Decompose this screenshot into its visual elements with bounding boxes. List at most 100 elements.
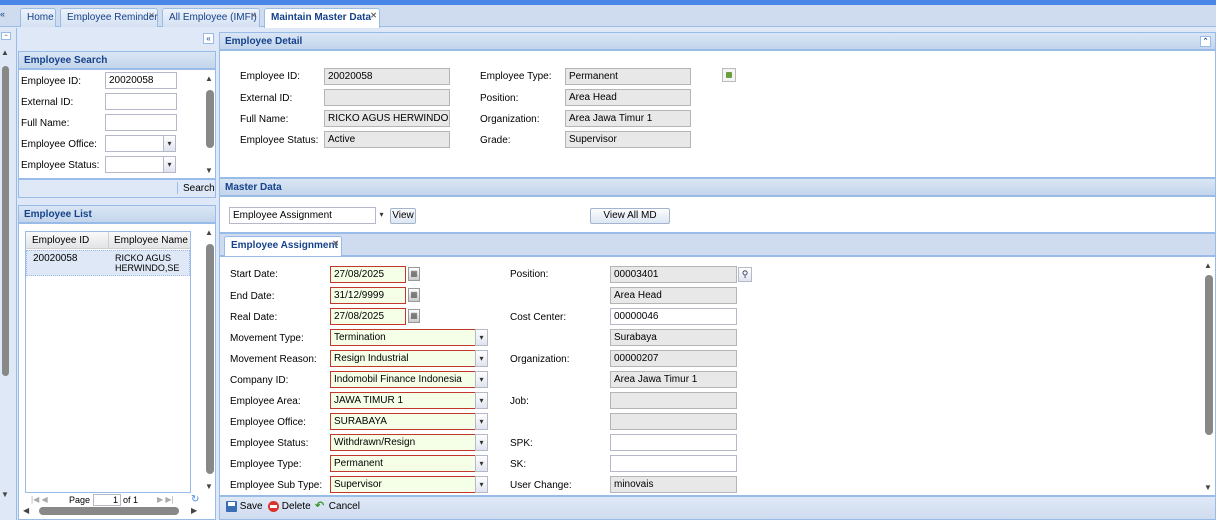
detail-organization-label: Organization: [480, 114, 540, 125]
tab-all-employee[interactable]: All Employee (IMFI) ✕ [162, 8, 260, 27]
full-name-label: Full Name: [21, 118, 70, 129]
movement-reason-select[interactable]: Resign Industrial [330, 350, 476, 367]
scroll-down-icon[interactable]: ▼ [205, 482, 213, 491]
view-button[interactable]: View [390, 208, 416, 224]
cancel-button[interactable]: ↶ Cancel [315, 501, 360, 515]
chevron-down-icon[interactable]: ▾ [163, 156, 176, 173]
external-id-input[interactable] [105, 93, 177, 110]
master-data-select[interactable]: Employee Assignment [229, 207, 376, 224]
organization-code: 00000207 [610, 350, 737, 367]
tab-home[interactable]: Home [20, 8, 56, 27]
office-select[interactable] [105, 135, 164, 152]
scroll-up-icon[interactable]: ▲ [1, 48, 9, 57]
company-id-select[interactable]: Indomobil Finance Indonesia [330, 371, 476, 388]
chevron-down-icon[interactable]: ▾ [475, 329, 488, 346]
employee-id-input[interactable]: 20020058 [105, 72, 177, 89]
detail-position: Area Head [565, 89, 691, 106]
minus-icon[interactable]: − [1, 32, 11, 40]
chevron-down-icon[interactable]: ▾ [375, 207, 388, 224]
master-data-header: Master Data [219, 178, 1216, 196]
assignment-tab-bar: Employee Assignment ✕ [219, 233, 1216, 256]
real-date-input[interactable]: 27/08/2025 [330, 308, 406, 325]
calendar-icon[interactable]: ▦ [408, 288, 420, 302]
column-header-id[interactable]: Employee ID [32, 235, 89, 246]
start-date-input[interactable]: 27/08/2025 [330, 266, 406, 283]
close-icon[interactable]: ✕ [148, 11, 155, 20]
broken-image-icon [722, 68, 736, 82]
full-name-input[interactable] [105, 114, 177, 131]
scroll-up-icon[interactable]: ▲ [205, 74, 213, 83]
page-input[interactable]: 1 [93, 494, 121, 506]
chevron-down-icon[interactable]: ▾ [475, 455, 488, 472]
cancel-label: Cancel [328, 501, 360, 512]
view-all-md-button[interactable]: View All MD [590, 208, 670, 224]
chevron-down-icon[interactable]: ▾ [475, 413, 488, 430]
chevron-down-icon[interactable]: ▾ [475, 371, 488, 388]
status-select[interactable] [105, 156, 164, 173]
first-page-icon[interactable]: |◀ ◀ [31, 495, 48, 504]
delete-button[interactable]: Delete [268, 501, 311, 515]
search-button[interactable]: Search [183, 183, 215, 194]
detail-organization: Area Jawa Timur 1 [565, 110, 691, 127]
tab-employee-assignment[interactable]: Employee Assignment ✕ [224, 236, 342, 256]
left-scrollbar[interactable] [2, 66, 9, 376]
chevron-down-icon[interactable]: ▾ [475, 434, 488, 451]
office-label: Employee Office: [21, 139, 97, 150]
scroll-down-icon[interactable]: ▼ [205, 166, 213, 175]
detail-full-name-label: Full Name: [240, 114, 289, 125]
scroll-down-icon[interactable]: ▼ [1, 490, 9, 499]
chevron-down-icon[interactable]: ▾ [475, 350, 488, 367]
scroll-down-icon[interactable]: ▼ [1204, 483, 1212, 492]
close-icon[interactable]: ✕ [370, 11, 377, 20]
company-id-label: Company ID: [230, 375, 289, 386]
spk-input[interactable] [610, 434, 737, 451]
employee-detail-panel: Employee ID: 20020058 External ID: Full … [219, 50, 1216, 178]
movement-type-select[interactable]: Termination [330, 329, 476, 346]
detail-employee-id-label: Employee ID: [240, 71, 301, 82]
collapse-up-icon[interactable]: ⌃ [1200, 36, 1211, 47]
collapse-icon[interactable]: « [203, 33, 214, 44]
employee-office-select[interactable]: SURABAYA [330, 413, 476, 430]
tab-label: All Employee (IMFI) [169, 12, 257, 23]
column-header-name[interactable]: Employee Name [114, 235, 188, 246]
horizontal-scroll[interactable]: ◀ ▶ [21, 506, 201, 516]
external-id-label: External ID: [21, 97, 74, 108]
detail-employee-id: 20020058 [324, 68, 450, 85]
end-date-input[interactable]: 31/12/9999 [330, 287, 406, 304]
table-row[interactable]: 20020058 RICKO AGUS HERWINDO,SE [26, 250, 190, 276]
scroll-up-icon[interactable]: ▲ [205, 228, 213, 237]
chevron-down-icon[interactable]: ▾ [163, 135, 176, 152]
horizontal-scrollbar[interactable] [39, 507, 179, 515]
search-icon[interactable]: ⚲ [738, 267, 752, 282]
cost-center-name: Surabaya [610, 329, 737, 346]
collapse-left-icon[interactable]: « [0, 9, 10, 23]
tab-employee-reminder[interactable]: Employee Reminder ✕ [60, 8, 158, 27]
save-button[interactable]: Save [226, 501, 263, 515]
detail-external-id-label: External ID: [240, 93, 293, 104]
employee-search-panel: Employee ID: 20020058 External ID: Full … [18, 69, 216, 179]
employee-subtype-select[interactable]: Supervisor [330, 476, 476, 493]
scroll-up-icon[interactable]: ▲ [1204, 261, 1212, 270]
refresh-icon[interactable]: ↻ [191, 494, 199, 505]
chevron-down-icon[interactable]: ▾ [475, 392, 488, 409]
next-page-icon[interactable]: ▶ ▶| [157, 495, 174, 504]
employee-type-select[interactable]: Permanent [330, 455, 476, 472]
user-change-label: User Change: [510, 480, 572, 491]
toolbar-separator [177, 182, 178, 194]
search-scrollbar[interactable] [206, 90, 214, 148]
tab-maintain-master-data[interactable]: Maintain Master Data ✕ [264, 8, 380, 28]
employee-area-select[interactable]: JAWA TIMUR 1 [330, 392, 476, 409]
organization-name: Area Jawa Timur 1 [610, 371, 737, 388]
close-icon[interactable]: ✕ [332, 239, 339, 248]
status-label: Employee Status: [21, 160, 100, 171]
floppy-disk-icon [226, 501, 237, 512]
close-icon[interactable]: ✕ [250, 11, 257, 20]
chevron-down-icon[interactable]: ▾ [475, 476, 488, 493]
employee-status-select[interactable]: Withdrawn/Resign [330, 434, 476, 451]
sk-input[interactable] [610, 455, 737, 472]
cost-center-input[interactable]: 00000046 [610, 308, 737, 325]
list-scrollbar[interactable] [206, 244, 214, 474]
calendar-icon[interactable]: ▦ [408, 267, 420, 281]
calendar-icon[interactable]: ▦ [408, 309, 420, 323]
assignment-scrollbar[interactable] [1205, 275, 1213, 435]
